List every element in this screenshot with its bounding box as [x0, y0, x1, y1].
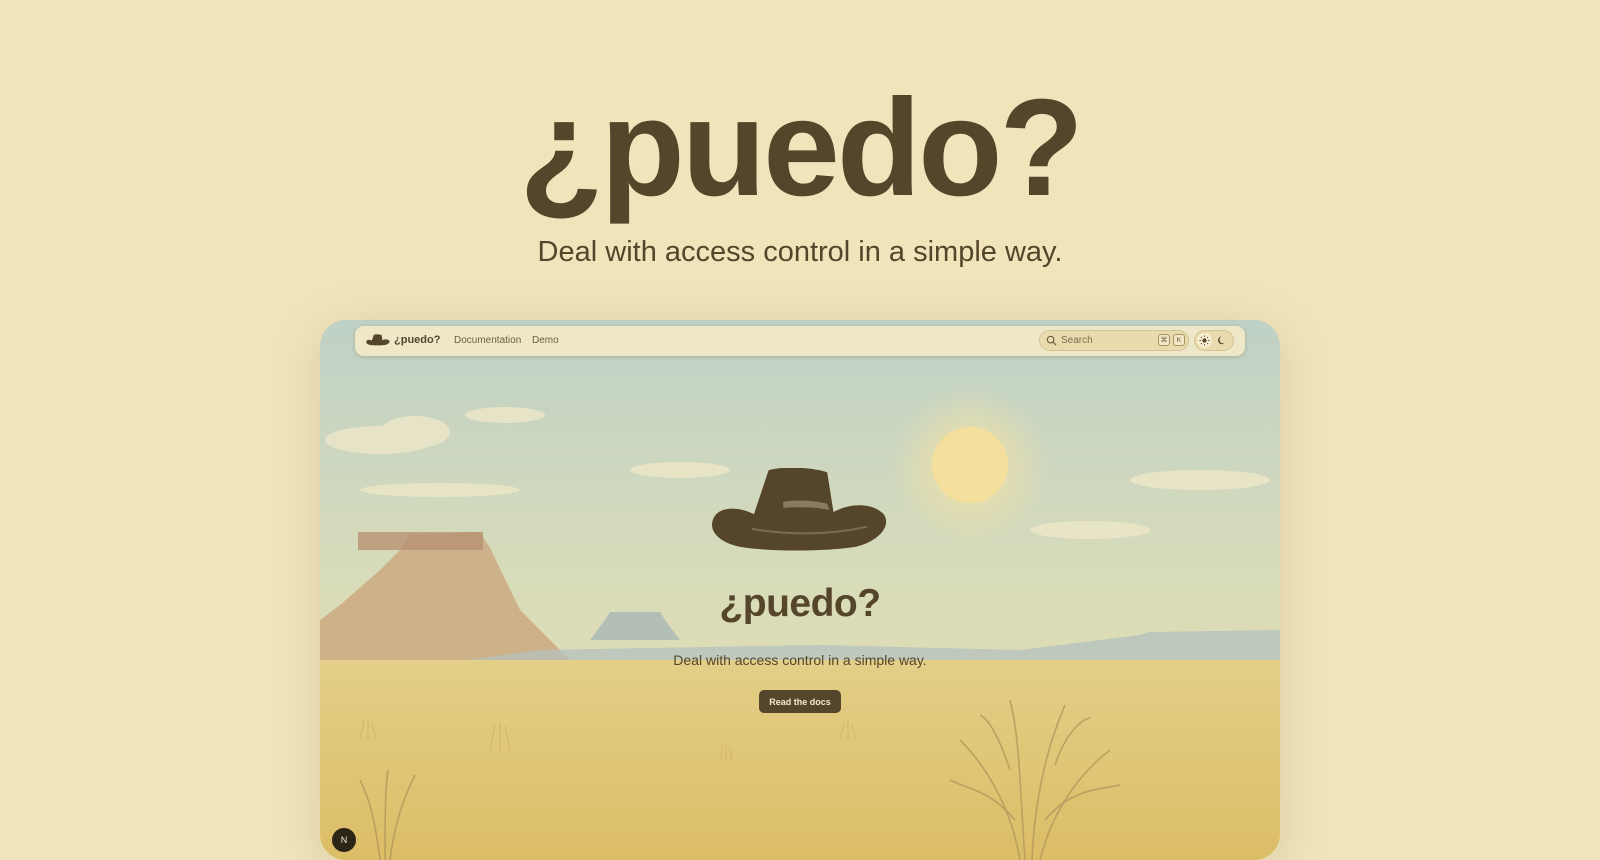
sun-icon[interactable]: [1197, 333, 1212, 348]
nav-link-documentation[interactable]: Documentation: [454, 335, 521, 346]
moon-icon[interactable]: [1215, 333, 1230, 348]
theme-toggle[interactable]: [1194, 330, 1234, 351]
cowboy-hat-icon[interactable]: [366, 333, 390, 347]
page-subtitle: Deal with access control in a simple way…: [537, 236, 1063, 268]
page-title: ¿puedo?: [519, 71, 1084, 225]
shortcut-key-cmd: ⌘: [1158, 334, 1170, 346]
preview-title: ¿puedo?: [719, 582, 881, 625]
read-docs-button[interactable]: Read the docs: [759, 690, 841, 713]
shortcut-key-k: K: [1173, 334, 1185, 346]
nav-link-demo[interactable]: Demo: [532, 335, 559, 346]
search-input[interactable]: Search ⌘ K: [1039, 330, 1189, 351]
cowboy-hat-icon: [712, 468, 886, 551]
website-preview: ¿puedo? Documentation Demo Search ⌘ K ¿p…: [320, 320, 1280, 860]
navbar-brand[interactable]: ¿puedo?: [394, 334, 440, 346]
preview-navbar: ¿puedo? Documentation Demo Search ⌘ K: [355, 326, 1245, 356]
preview-subtitle: Deal with access control in a simple way…: [673, 652, 927, 668]
search-placeholder: Search: [1061, 335, 1093, 346]
search-icon: [1046, 335, 1057, 346]
nextjs-icon[interactable]: N: [332, 828, 356, 852]
